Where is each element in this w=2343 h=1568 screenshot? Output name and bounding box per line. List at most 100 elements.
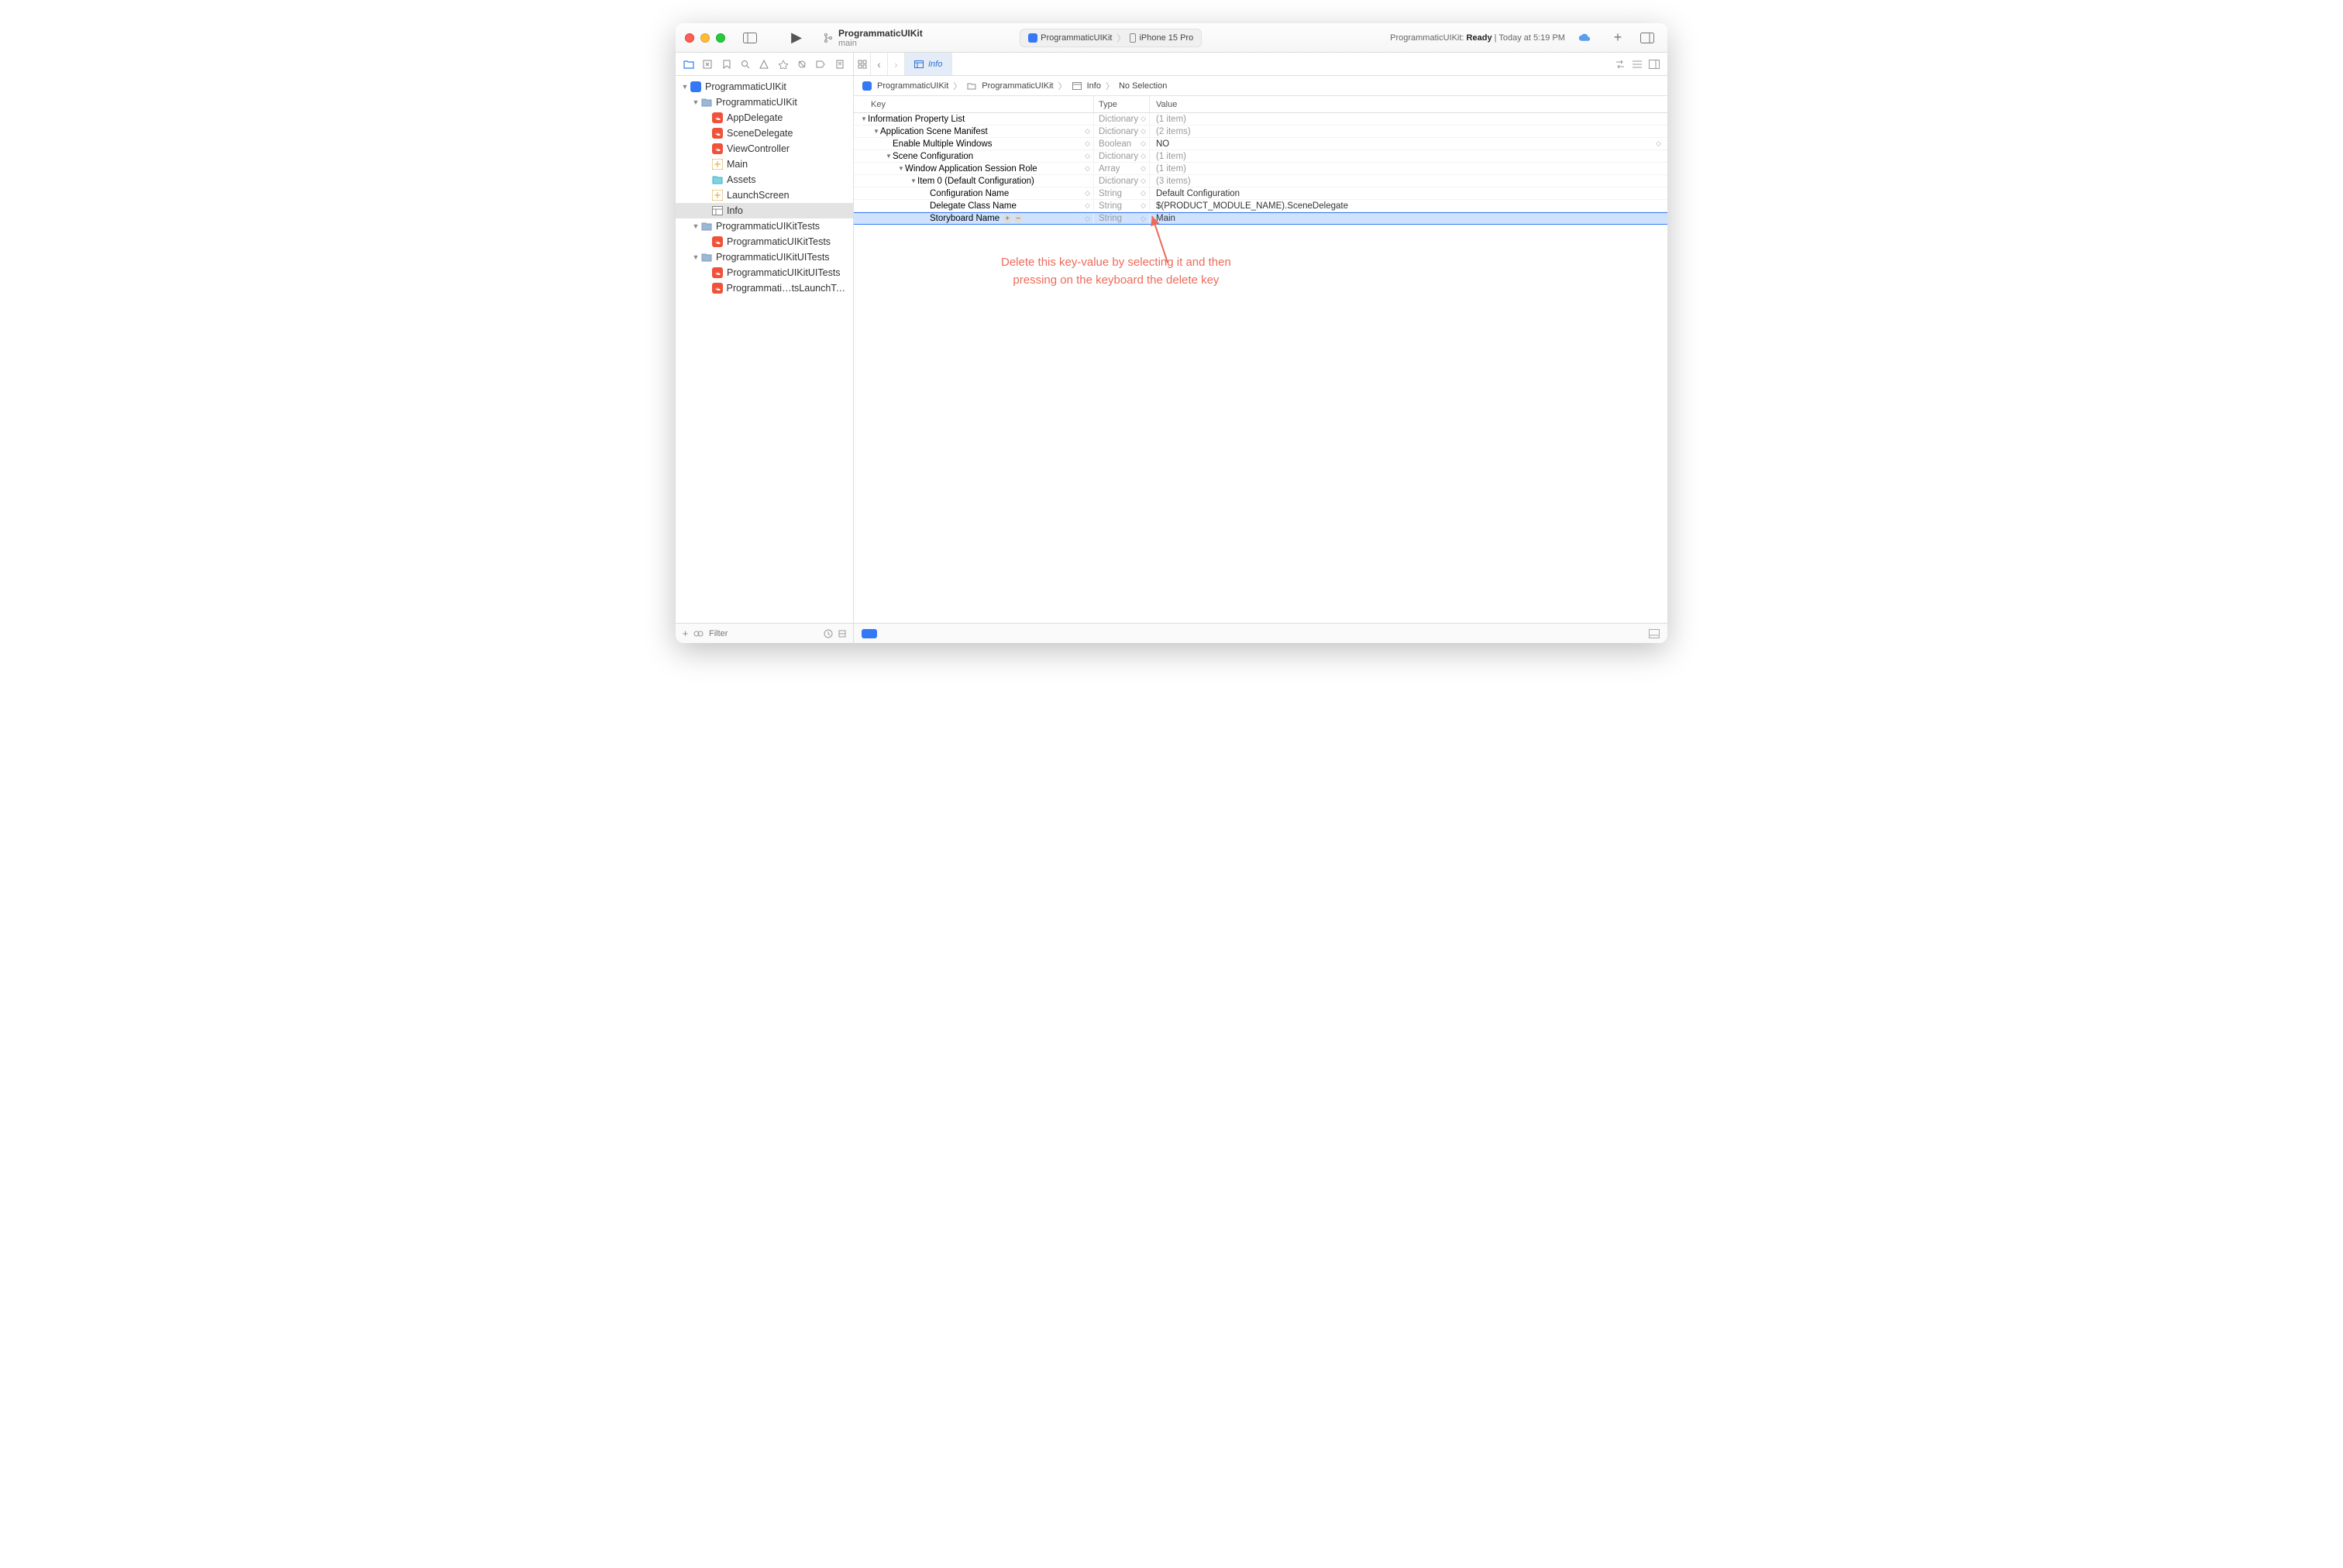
add-file-button[interactable]: +	[682, 628, 689, 639]
type-stepper-icon[interactable]: ◇	[1141, 189, 1146, 198]
type-stepper-icon[interactable]: ◇	[1141, 139, 1146, 148]
plist-value[interactable]: (1 item)	[1150, 163, 1667, 174]
stepper-icon[interactable]: ◇	[1085, 215, 1090, 223]
navigator-item[interactable]: ProgrammaticUIKitTests	[676, 234, 853, 249]
navigator-item[interactable]: AppDelegate	[676, 110, 853, 126]
recent-filter-icon[interactable]	[824, 629, 833, 638]
debug-navigator-icon[interactable]	[795, 57, 809, 72]
breadcrumb-item[interactable]: ProgrammaticUIKit	[877, 81, 948, 91]
plist-row[interactable]: Enable Multiple Windows◇Boolean◇NO◇	[854, 138, 1667, 150]
navigator-item[interactable]: ▼ProgrammaticUIKit	[676, 95, 853, 110]
stepper-icon[interactable]: ◇	[1085, 189, 1090, 198]
navigator-item[interactable]: ▼ProgrammaticUIKitUITests	[676, 249, 853, 265]
disclosure-triangle-icon[interactable]: ▼	[897, 165, 905, 172]
navigator-item[interactable]: SceneDelegate	[676, 126, 853, 141]
filter-scope-icon[interactable]	[693, 630, 704, 638]
add-row-button[interactable]: +	[1003, 214, 1012, 223]
type-stepper-icon[interactable]: ◇	[1141, 164, 1146, 173]
remove-row-button[interactable]: −	[1013, 214, 1023, 223]
stepper-icon[interactable]: ◇	[1085, 139, 1090, 148]
disclosure-triangle-icon[interactable]: ▼	[872, 128, 880, 135]
report-navigator-icon[interactable]	[833, 57, 847, 72]
scm-filter-icon[interactable]	[838, 629, 847, 638]
stepper-icon[interactable]: ◇	[1085, 164, 1090, 173]
navigator-item[interactable]: ▼ProgrammaticUIKitTests	[676, 218, 853, 234]
navigator-item[interactable]: ViewController	[676, 141, 853, 156]
navigator-item[interactable]: Info	[676, 203, 853, 218]
editor-lines-icon[interactable]	[1632, 60, 1643, 69]
plist-value[interactable]: Default Configuration	[1150, 187, 1667, 199]
plist-value[interactable]: NO◇	[1150, 138, 1667, 150]
stepper-icon[interactable]: ◇	[1085, 201, 1090, 210]
navigator-item[interactable]: ▼ProgrammaticUIKit	[676, 79, 853, 95]
navigator-filter-input[interactable]	[709, 629, 819, 638]
column-header-key[interactable]: Key	[854, 96, 1094, 112]
plist-type[interactable]: String◇	[1094, 187, 1150, 199]
type-stepper-icon[interactable]: ◇	[1141, 152, 1146, 160]
cloud-status-icon[interactable]	[1577, 33, 1591, 43]
plist-type[interactable]: String◇	[1094, 200, 1150, 211]
navigator-item[interactable]: Assets	[676, 172, 853, 187]
stepper-icon[interactable]: ◇	[1085, 127, 1090, 136]
tab-info[interactable]: Info	[905, 53, 952, 75]
nav-forward-button[interactable]: ›	[888, 53, 905, 75]
disclosure-triangle-icon[interactable]: ▼	[691, 253, 700, 261]
plist-value[interactable]: (1 item)	[1150, 113, 1667, 125]
breadcrumb-item[interactable]: No Selection	[1119, 81, 1167, 91]
plist-type[interactable]: Dictionary◇	[1094, 126, 1150, 137]
type-stepper-icon[interactable]: ◇	[1141, 177, 1146, 185]
breadcrumb-item[interactable]: ProgrammaticUIKit	[982, 81, 1053, 91]
plist-type[interactable]: Dictionary◇	[1094, 113, 1150, 125]
plist-type[interactable]: Array◇	[1094, 163, 1150, 174]
plist-row[interactable]: ▼Item 0 (Default Configuration)Dictionar…	[854, 175, 1667, 187]
type-stepper-icon[interactable]: ◇	[1141, 127, 1146, 136]
value-stepper-icon[interactable]: ◇	[1656, 139, 1661, 148]
plist-row[interactable]: ▼Application Scene Manifest◇Dictionary◇(…	[854, 126, 1667, 138]
navigator-item[interactable]: LaunchScreen	[676, 187, 853, 203]
type-stepper-icon[interactable]: ◇	[1141, 115, 1146, 123]
navigator-item[interactable]: Main	[676, 156, 853, 172]
stepper-icon[interactable]: ◇	[1085, 152, 1090, 160]
plist-row[interactable]: Delegate Class Name◇String◇$(PRODUCT_MOD…	[854, 200, 1667, 212]
close-window-button[interactable]	[685, 33, 694, 43]
plist-value[interactable]: Main	[1150, 213, 1667, 224]
plist-row[interactable]: ▼Window Application Session Role◇Array◇(…	[854, 163, 1667, 175]
plist-row[interactable]: ▼Information Property ListDictionary◇(1 …	[854, 113, 1667, 126]
plist-type[interactable]: Boolean◇	[1094, 138, 1150, 150]
column-header-type[interactable]: Type	[1094, 96, 1150, 112]
plist-value[interactable]: (2 items)	[1150, 126, 1667, 137]
source-control-navigator-icon[interactable]	[700, 57, 714, 72]
editor-layout-icon[interactable]	[1649, 60, 1660, 69]
nav-back-button[interactable]: ‹	[871, 53, 888, 75]
disclosure-triangle-icon[interactable]: ▼	[691, 222, 700, 230]
issue-navigator-icon[interactable]	[757, 57, 771, 72]
jump-bar[interactable]: ProgrammaticUIKit 〉 ProgrammaticUIKit 〉 …	[854, 76, 1667, 96]
debug-area-toggle-icon[interactable]	[1649, 629, 1660, 638]
add-button[interactable]: +	[1607, 29, 1629, 47]
plist-editor[interactable]: ▼Information Property ListDictionary◇(1 …	[854, 113, 1667, 623]
find-navigator-icon[interactable]	[738, 57, 752, 72]
plist-type[interactable]: Dictionary◇	[1094, 175, 1150, 187]
scheme-device-pill[interactable]: ProgrammaticUIKit 〉 iPhone 15 Pro	[1020, 29, 1202, 47]
minimize-window-button[interactable]	[700, 33, 710, 43]
disclosure-triangle-icon[interactable]: ▼	[680, 83, 690, 91]
disclosure-triangle-icon[interactable]: ▼	[885, 153, 893, 160]
test-navigator-icon[interactable]	[776, 57, 790, 72]
project-navigator-icon[interactable]	[682, 57, 696, 72]
zoom-window-button[interactable]	[716, 33, 725, 43]
library-panel-icon[interactable]	[1636, 29, 1658, 47]
plist-row[interactable]: Storyboard Name◇+−String◇Main	[854, 212, 1667, 225]
plist-row[interactable]: Configuration Name◇String◇Default Config…	[854, 187, 1667, 200]
type-stepper-icon[interactable]: ◇	[1141, 201, 1146, 210]
bookmark-navigator-icon[interactable]	[720, 57, 734, 72]
disclosure-triangle-icon[interactable]: ▼	[910, 177, 917, 184]
scheme-selector[interactable]: ProgrammaticUIKit main	[823, 28, 923, 48]
project-navigator[interactable]: ▼ProgrammaticUIKit▼ProgrammaticUIKitAppD…	[676, 76, 854, 623]
run-button[interactable]: ▶	[786, 29, 807, 47]
column-header-value[interactable]: Value	[1150, 96, 1667, 112]
plist-row[interactable]: ▼Scene Configuration◇Dictionary◇(1 item)	[854, 150, 1667, 163]
disclosure-triangle-icon[interactable]: ▼	[860, 115, 868, 122]
editor-swap-icon[interactable]	[1615, 60, 1626, 69]
debug-area-indicator[interactable]	[862, 629, 877, 638]
disclosure-triangle-icon[interactable]: ▼	[691, 98, 700, 106]
